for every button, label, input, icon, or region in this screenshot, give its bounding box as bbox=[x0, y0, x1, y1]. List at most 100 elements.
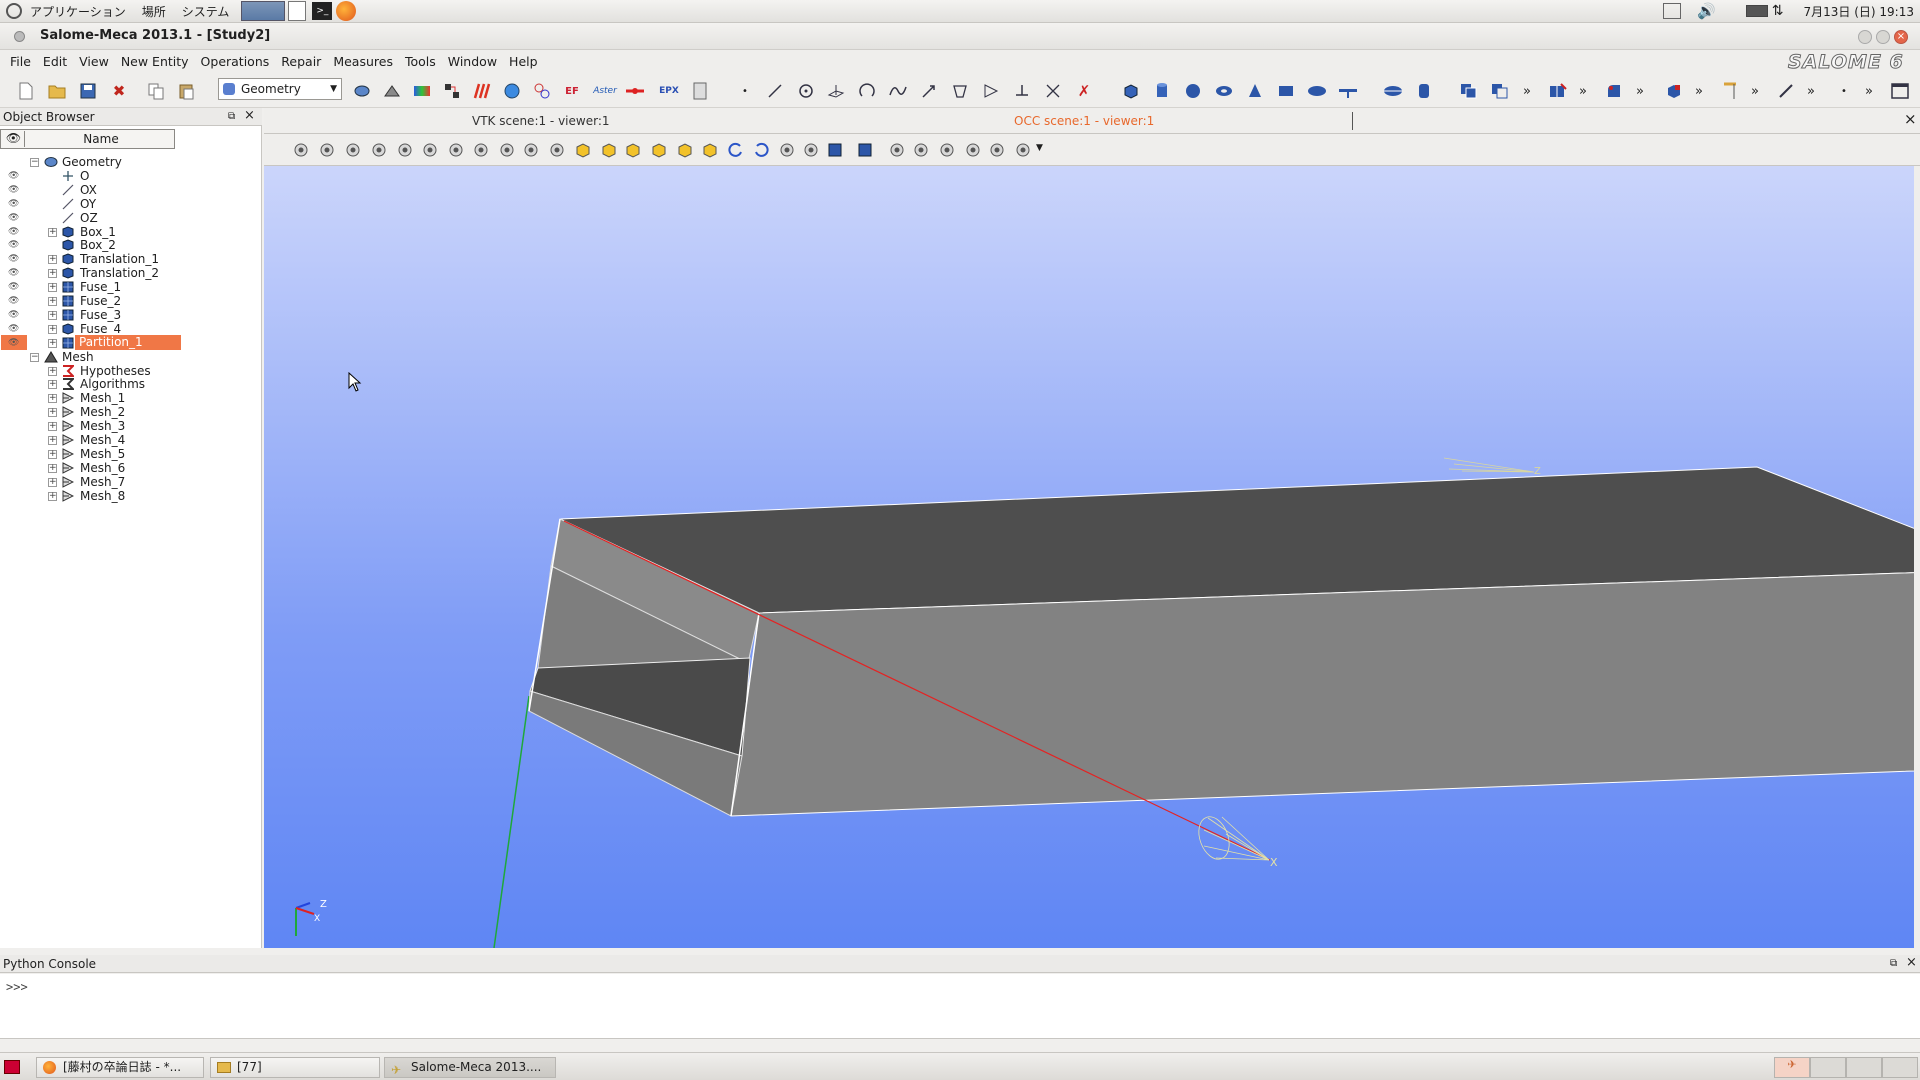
taskbar-item-firefox[interactable]: [藤村の卒論日誌 - *... bbox=[36, 1057, 204, 1078]
cone-tool-icon[interactable] bbox=[1245, 81, 1265, 101]
more-tools-chevron-down-icon[interactable]: ▼ bbox=[1036, 143, 1043, 153]
disk-tool-icon[interactable] bbox=[1307, 81, 1327, 101]
global-pan-icon[interactable] bbox=[498, 141, 516, 159]
paravis-module-icon[interactable] bbox=[472, 81, 492, 101]
dump-view-icon[interactable] bbox=[292, 141, 310, 159]
workspace-pager[interactable]: ✈ bbox=[1774, 1057, 1918, 1078]
open-folder-icon[interactable] bbox=[47, 81, 67, 101]
name-column-header[interactable]: Name bbox=[27, 132, 175, 146]
minimize-button[interactable] bbox=[1858, 30, 1872, 44]
menu-view[interactable]: View bbox=[73, 54, 115, 69]
yacs-module-icon[interactable] bbox=[442, 81, 462, 101]
explode-tool-icon[interactable] bbox=[1043, 81, 1063, 101]
basic-props-icon[interactable] bbox=[1776, 81, 1796, 101]
vector-tool-icon[interactable] bbox=[919, 81, 939, 101]
workspace-3[interactable] bbox=[1846, 1057, 1882, 1078]
zoom-icon[interactable] bbox=[447, 141, 465, 159]
firefox-launcher-icon[interactable] bbox=[336, 1, 357, 21]
expand-toggle-icon[interactable]: + bbox=[48, 366, 57, 376]
aster-module-icon[interactable]: Aster bbox=[592, 81, 618, 101]
partition-tool-icon[interactable] bbox=[1548, 81, 1568, 101]
toolbar-more-1[interactable]: » bbox=[1517, 81, 1537, 101]
volume-icon[interactable]: 🔊 bbox=[1697, 2, 1716, 20]
restore-view-icon[interactable] bbox=[826, 141, 844, 159]
clone-view-icon[interactable] bbox=[856, 141, 874, 159]
collapse-toggle-icon[interactable]: − bbox=[30, 352, 39, 362]
plane-tool-icon[interactable] bbox=[826, 81, 846, 101]
taskbar-item-folder[interactable]: [77] bbox=[210, 1057, 380, 1078]
fit-all-icon[interactable] bbox=[396, 141, 414, 159]
extrusion-tool-icon[interactable] bbox=[1383, 81, 1403, 101]
close-console-icon[interactable]: × bbox=[1906, 954, 1917, 972]
scaling-icon[interactable] bbox=[912, 141, 930, 159]
save-icon[interactable] bbox=[78, 81, 98, 101]
toolbar-more-6[interactable]: » bbox=[1801, 81, 1821, 101]
3d-sketch-icon[interactable] bbox=[981, 81, 1001, 101]
revolution-tool-icon[interactable] bbox=[1414, 81, 1434, 101]
point-tool-icon[interactable]: • bbox=[735, 81, 755, 101]
menu-measures[interactable]: Measures bbox=[327, 54, 399, 69]
collapse-toggle-icon[interactable]: − bbox=[30, 158, 39, 167]
float-console-icon[interactable]: ⧉ bbox=[1890, 955, 1897, 973]
expand-toggle-icon[interactable]: + bbox=[48, 255, 57, 265]
post-module-icon[interactable] bbox=[412, 81, 432, 101]
close-window-button[interactable]: × bbox=[1894, 30, 1908, 44]
view-window-icon[interactable] bbox=[1890, 81, 1910, 101]
expand-toggle-icon[interactable]: + bbox=[48, 324, 57, 334]
keyboard-icon[interactable] bbox=[1745, 5, 1768, 17]
astermed-module-icon[interactable] bbox=[625, 81, 645, 101]
menu-tools[interactable]: Tools bbox=[399, 54, 442, 69]
expand-toggle-icon[interactable]: + bbox=[48, 477, 57, 487]
gui-module-icon[interactable] bbox=[352, 81, 372, 101]
expand-toggle-icon[interactable]: + bbox=[48, 227, 57, 237]
view-top-icon[interactable] bbox=[624, 141, 642, 159]
workspace-switcher-icon[interactable] bbox=[241, 1, 286, 21]
line-tool-icon[interactable] bbox=[765, 81, 785, 101]
paste-icon[interactable] bbox=[177, 81, 197, 101]
menu-operations[interactable]: Operations bbox=[195, 54, 276, 69]
expand-toggle-icon[interactable]: + bbox=[48, 422, 57, 432]
expand-toggle-icon[interactable]: + bbox=[48, 338, 57, 348]
panel-menu-places[interactable]: 場所 bbox=[134, 3, 174, 20]
cut-tool-icon[interactable] bbox=[1490, 81, 1510, 101]
float-panel-icon[interactable]: ⧉ bbox=[228, 108, 235, 126]
rectangle-tool-icon[interactable] bbox=[1276, 81, 1296, 101]
measure-tool-icon[interactable] bbox=[1720, 81, 1740, 101]
view-front-icon[interactable] bbox=[574, 141, 592, 159]
clock[interactable]: 7月13日 (日) 19:13 bbox=[1804, 3, 1914, 20]
notes-launcher-icon[interactable] bbox=[288, 1, 307, 21]
expand-toggle-icon[interactable]: + bbox=[48, 408, 57, 418]
pan-icon[interactable] bbox=[472, 141, 490, 159]
workspace-4[interactable] bbox=[1882, 1057, 1918, 1078]
expand-toggle-icon[interactable]: + bbox=[48, 283, 57, 293]
menu-window[interactable]: Window bbox=[442, 54, 503, 69]
toolbar-more-5[interactable]: » bbox=[1745, 81, 1765, 101]
expand-toggle-icon[interactable]: + bbox=[48, 297, 57, 306]
show-desktop-icon[interactable] bbox=[4, 1060, 20, 1074]
rotation-point-icon[interactable] bbox=[548, 141, 566, 159]
workspace-2[interactable] bbox=[1810, 1057, 1846, 1078]
fit-area-icon[interactable] bbox=[421, 141, 439, 159]
menu-edit[interactable]: Edit bbox=[37, 54, 73, 69]
menu-new-entity[interactable]: New Entity bbox=[115, 54, 195, 69]
rotate-cw-icon[interactable] bbox=[752, 141, 770, 159]
menu-repair[interactable]: Repair bbox=[275, 54, 327, 69]
rotate-ccw-icon[interactable] bbox=[727, 141, 745, 159]
lcs-tool-icon[interactable] bbox=[1012, 81, 1032, 101]
group-tool-icon[interactable] bbox=[1664, 81, 1684, 101]
close-study-icon[interactable]: ✖ bbox=[109, 81, 129, 101]
tab-occ-viewer[interactable]: OCC scene:1 - viewer:1 bbox=[1014, 114, 1154, 128]
expand-toggle-icon[interactable]: + bbox=[48, 491, 57, 501]
expand-toggle-icon[interactable]: + bbox=[48, 463, 57, 473]
curve-tool-icon[interactable] bbox=[888, 81, 908, 101]
view-back-icon[interactable] bbox=[600, 141, 618, 159]
tab-vtk-viewer[interactable]: VTK scene:1 - viewer:1 bbox=[472, 114, 610, 128]
hexablock-module-icon[interactable] bbox=[532, 81, 552, 101]
box-tool-icon[interactable] bbox=[1121, 81, 1141, 101]
circle-tool-icon[interactable] bbox=[796, 81, 816, 101]
sync-views-icon[interactable] bbox=[1014, 141, 1032, 159]
show-trihedron-icon[interactable] bbox=[370, 141, 388, 159]
epx-module-icon[interactable]: EPX bbox=[656, 81, 682, 101]
menu-file[interactable]: File bbox=[4, 54, 37, 69]
dot-tool-icon[interactable]: • bbox=[1834, 81, 1854, 101]
